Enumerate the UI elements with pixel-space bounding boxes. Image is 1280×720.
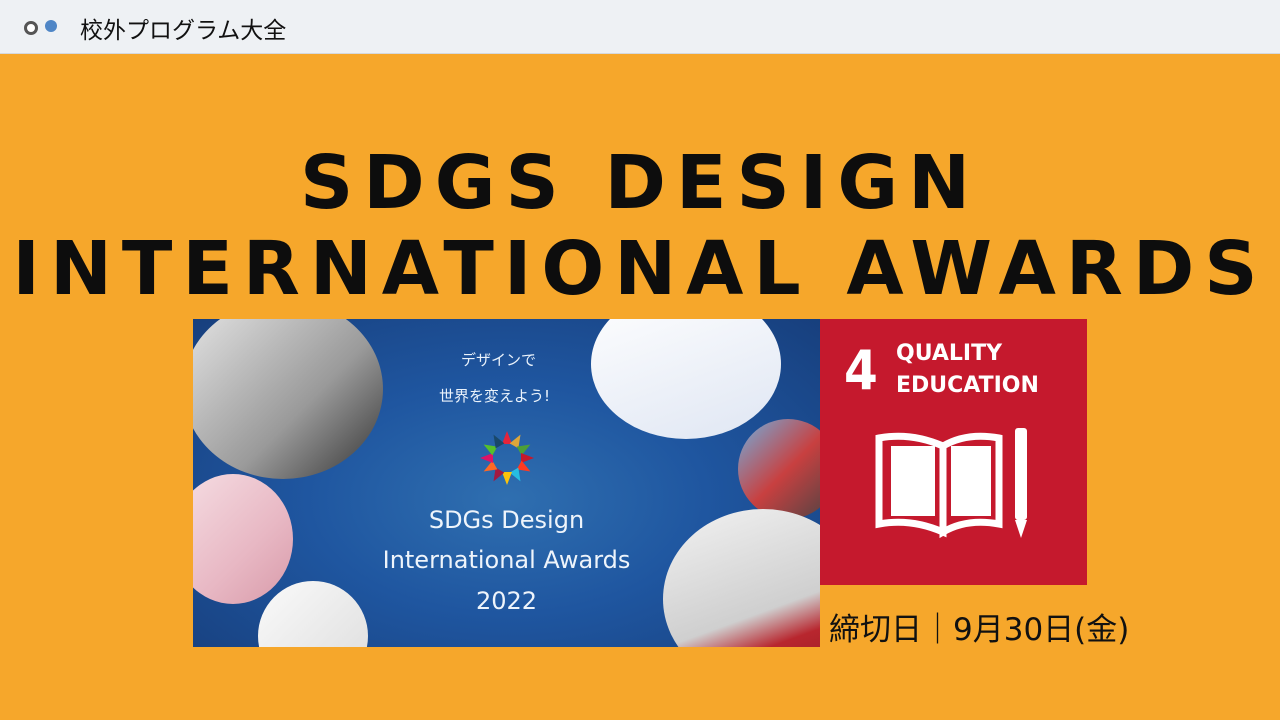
circle-icon (24, 21, 38, 35)
banner-year: 2022 (475, 587, 538, 615)
banner-tagline-1: デザインで (461, 351, 537, 369)
banner-title-2: International Awards (382, 546, 631, 574)
headline-line2: INTERNATIONAL AWARDS (12, 226, 1268, 312)
event-banner-image: デザインで 世界を変えよう! SDGs Design International… (193, 319, 820, 647)
headline-line1: SDGS DESIGN (300, 140, 980, 226)
sdg-label-2: EDUCATION (896, 373, 1039, 398)
deadline-text: 締切日｜9月30日(金) (829, 612, 1130, 648)
banner-title-1: SDGs Design (428, 506, 585, 534)
book-pencil-icon (875, 428, 1027, 539)
sdg-number: 4 (844, 339, 878, 402)
app-screenshot-photo (591, 319, 781, 439)
sdg-goal-card: 4 QUALITY EDUCATION (820, 319, 1087, 585)
sdg-label-1: QUALITY (896, 341, 1003, 366)
top-bar: 校外プログラム大全 (0, 0, 1280, 54)
sdgs-logo-icon (480, 431, 534, 485)
banner-tagline-2: 世界を変えよう! (439, 387, 551, 405)
sculpture-photo (193, 319, 383, 479)
children-photo (738, 419, 820, 519)
site-title[interactable]: 校外プログラム大全 (80, 11, 286, 45)
isometric-illustration (193, 474, 293, 604)
dot-icon (45, 20, 57, 32)
